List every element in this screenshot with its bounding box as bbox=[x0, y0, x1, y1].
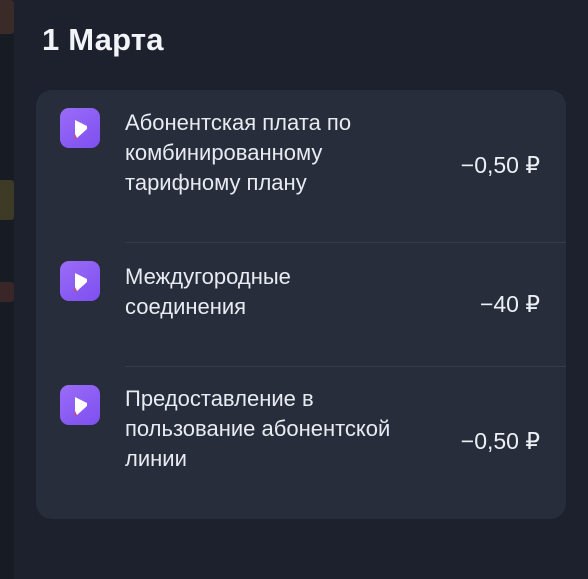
transaction-amount: −0,50 ₽ bbox=[460, 428, 540, 454]
description-line: соединения bbox=[125, 294, 247, 319]
transaction-row[interactable]: Абонентская плата по комбинированному та… bbox=[36, 90, 566, 240]
transaction-description: Предоставление в пользование абонентской… bbox=[125, 384, 445, 474]
transaction-row[interactable]: Предоставление в пользование абонентской… bbox=[36, 367, 566, 517]
operator-logo-icon bbox=[60, 108, 100, 148]
edge-artifact bbox=[0, 180, 14, 220]
operator-logo-icon bbox=[60, 261, 100, 301]
transaction-amount: −0,50 ₽ bbox=[460, 152, 540, 178]
operator-logo-icon bbox=[60, 385, 100, 425]
description-line: Предоставление в bbox=[125, 386, 314, 411]
edge-artifact bbox=[0, 282, 14, 302]
description-line: линии bbox=[125, 446, 187, 471]
description-line: Абонентская плата по bbox=[125, 110, 352, 135]
transaction-description: Абонентская плата по комбинированному та… bbox=[125, 108, 445, 198]
transactions-card: Абонентская плата по комбинированному та… bbox=[36, 90, 566, 519]
transaction-amount: −40 ₽ bbox=[479, 291, 540, 317]
description-line: тарифному плану bbox=[125, 170, 307, 195]
description-line: комбинированному bbox=[125, 140, 323, 165]
edge-artifact bbox=[0, 0, 14, 34]
transaction-description: Междугородные соединения bbox=[125, 262, 445, 322]
description-line: Междугородные bbox=[125, 264, 291, 289]
date-title: 1 Марта bbox=[42, 22, 164, 57]
left-edge-strip bbox=[0, 0, 14, 579]
description-line: пользование абонентской bbox=[125, 416, 391, 441]
transaction-row[interactable]: Междугородные соединения −40 ₽ bbox=[36, 243, 566, 365]
